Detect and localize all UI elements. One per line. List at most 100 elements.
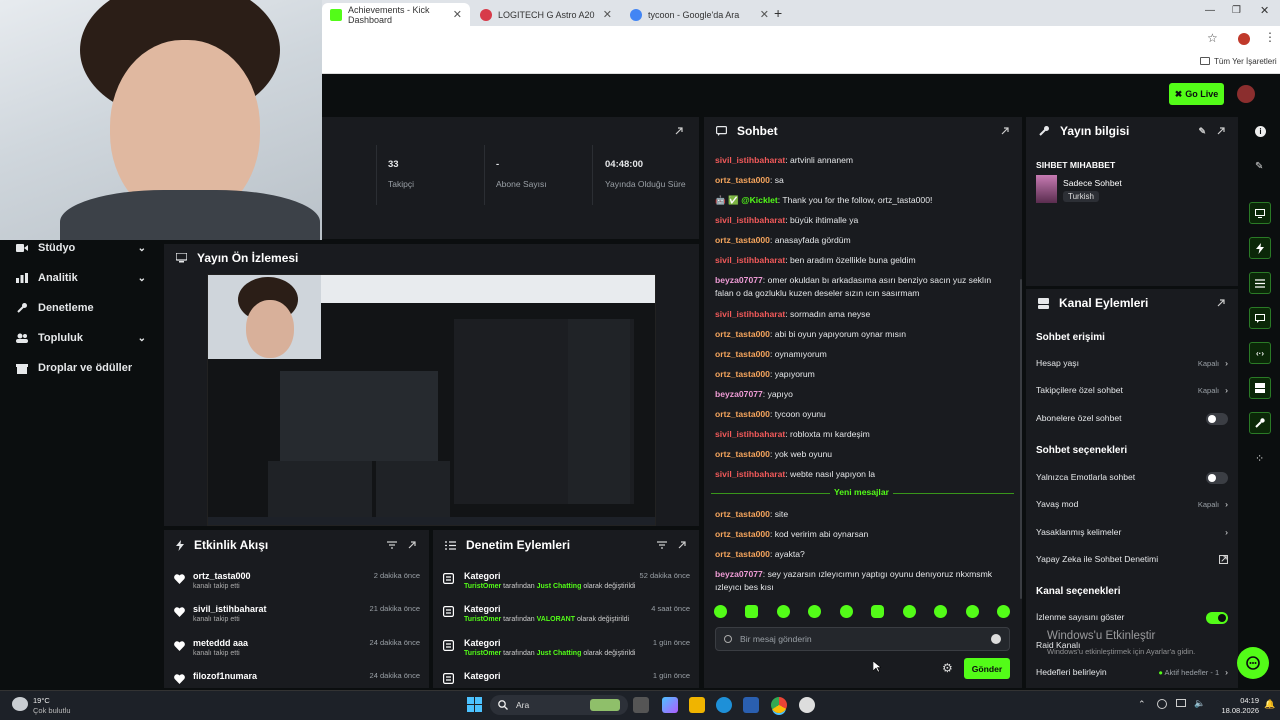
chat-message[interactable]: sivil_istihbaharat: ben aradım özellikle… <box>715 254 1005 267</box>
expand-icon[interactable] <box>677 540 687 550</box>
chat-username[interactable]: beyza07077 <box>715 275 763 285</box>
goals-setting[interactable]: Hedefleri belirleyin ● Aktif hedefler - 1… <box>1036 667 1228 677</box>
send-button[interactable]: Gönder <box>964 658 1010 679</box>
restore-icon[interactable]: ❐ <box>1232 5 1241 16</box>
followers-only-setting[interactable]: Takipçilere özel sohbet Kapalı › <box>1036 385 1228 395</box>
moderation-item[interactable]: Kategori TuristOmer tarafından VALORANT … <box>443 604 690 623</box>
moderation-item[interactable]: Kategori TuristOmer tarafından Just Chat… <box>443 571 690 590</box>
edit-icon[interactable]: ✎ <box>1255 161 1263 172</box>
task-view-icon[interactable] <box>633 697 649 713</box>
chat-username[interactable]: ortz_tasta000 <box>715 349 770 359</box>
rail-activity-button[interactable] <box>1249 237 1271 259</box>
popout-icon[interactable] <box>1000 126 1010 136</box>
chat-input[interactable]: Bir mesaj gönderin <box>715 627 1010 651</box>
chat-username[interactable]: ortz_tasta000 <box>715 235 770 245</box>
chat-username[interactable]: beyza07077 <box>715 569 763 579</box>
sidebar-item-moderation[interactable]: Denetleme <box>16 302 146 314</box>
rail-chat-button[interactable] <box>1249 307 1271 329</box>
ai-moderation-setting[interactable]: Yapay Zeka ile Sohbet Denetimi <box>1036 554 1228 564</box>
emote-icon[interactable] <box>902 605 916 618</box>
chat-message[interactable]: beyza07077: yapıyo <box>715 388 1005 401</box>
chat-username[interactable]: ortz_tasta000 <box>715 175 770 185</box>
close-tab-icon[interactable]: ✕ <box>603 8 612 21</box>
expand-icon[interactable] <box>407 540 417 550</box>
activity-item[interactable]: sivil_istihbaharat kanalı takip etti 21 … <box>174 604 420 623</box>
chat-message[interactable]: beyza07077: omer okuldan bı arkadasıma a… <box>715 274 1005 300</box>
sidebar-item-studio[interactable]: Stüdyo ⌄ <box>16 242 146 254</box>
chat-username[interactable]: sivil_istihbaharat <box>715 429 785 439</box>
profile-icon[interactable] <box>1238 33 1250 45</box>
go-live-button[interactable]: ✖ Go Live <box>1169 83 1224 105</box>
chat-settings-gear-icon[interactable]: ⚙ <box>942 661 953 675</box>
chat-username[interactable]: ortz_tasta000 <box>715 409 770 419</box>
tray-app-icon[interactable] <box>1157 699 1167 709</box>
chat-message[interactable]: ortz_tasta000: yok web oyunu <box>715 448 1005 461</box>
subscribers-only-toggle[interactable] <box>1206 413 1228 425</box>
chat-message[interactable]: ortz_tasta000: anasayfada gördüm <box>715 234 1005 247</box>
tray-chevron-icon[interactable]: ⌃ <box>1138 699 1146 710</box>
chat-username[interactable]: ortz_tasta000 <box>715 529 770 539</box>
close-tab-icon[interactable]: ✕ <box>453 8 462 21</box>
banned-words-setting[interactable]: Yasaklanmış kelimeler › <box>1036 527 1228 537</box>
filter-icon[interactable] <box>387 541 397 549</box>
windows-start-icon[interactable] <box>467 697 482 712</box>
help-chat-button[interactable] <box>1237 647 1269 679</box>
chat-message[interactable]: sivil_istihbaharat: webte nasıl yapıyon … <box>715 468 1005 481</box>
rail-code-button[interactable]: ‹·› <box>1249 342 1271 364</box>
chat-username[interactable]: beyza07077 <box>715 389 763 399</box>
activity-item[interactable]: meteddd aaa kanalı takip etti 24 dakika … <box>174 638 420 657</box>
rail-stream-info-button[interactable] <box>1249 202 1271 224</box>
chat-message[interactable]: ortz_tasta000: yapıyorum <box>715 368 1005 381</box>
apps-icon[interactable]: ⁘ <box>1255 452 1264 465</box>
chat-message[interactable]: sivil_istihbaharat: sormadın ama neyse <box>715 308 1005 321</box>
slow-mode-setting[interactable]: Yavaş mod Kapalı › <box>1036 499 1228 509</box>
emote-icon[interactable] <box>714 605 727 618</box>
chat-message[interactable]: ortz_tasta000: site <box>715 508 1005 521</box>
tab-google-search[interactable]: tycoon - Google'da Ara ✕ <box>622 3 777 26</box>
account-age-setting[interactable]: Hesap yaşı Kapalı › <box>1036 358 1228 368</box>
close-window-icon[interactable]: ✕ <box>1260 4 1269 17</box>
minimize-icon[interactable]: — <box>1205 5 1215 16</box>
menu-dots-icon[interactable]: ⋮ <box>1264 30 1276 44</box>
taskbar-search[interactable]: Ara <box>490 695 628 715</box>
emote-icon[interactable] <box>808 605 822 618</box>
address-bar[interactable]: ☆ ⋮ <box>322 26 1280 52</box>
chat-message[interactable]: sivil_istihbaharat: artvinli annanem <box>715 154 1005 167</box>
chat-message[interactable]: ortz_tasta000: sa <box>715 174 1005 187</box>
chat-message[interactable]: 🤖 ✅ @Kicklet: Thank you for the follow, … <box>715 194 1005 207</box>
copilot-icon[interactable] <box>662 697 678 713</box>
chat-username[interactable]: sivil_istihbaharat <box>715 255 785 265</box>
chat-message[interactable]: ortz_tasta000: kod veririm abi oynarsan <box>715 528 1005 541</box>
chat-message[interactable]: ortz_tasta000: abi bi oyun yapıyorum oyn… <box>715 328 1005 341</box>
sidebar-item-drops[interactable]: Droplar ve ödüller <box>16 362 156 374</box>
weather-cloud-icon[interactable] <box>12 697 28 711</box>
edit-pencil-icon[interactable]: ✎ <box>1198 126 1206 137</box>
chat-message[interactable]: beyza07077: sey yazarsın ızleyıcımın yap… <box>715 568 1005 594</box>
emote-icon[interactable] <box>839 605 853 618</box>
chat-message[interactable]: ortz_tasta000: ayakta? <box>715 548 1005 561</box>
chat-username[interactable]: sivil_istihbaharat <box>715 469 785 479</box>
emoji-icon[interactable] <box>991 634 1001 644</box>
close-tab-icon[interactable]: ✕ <box>760 8 769 21</box>
clock-time[interactable]: 04:19 <box>1223 696 1259 705</box>
bookmark-star-icon[interactable]: ☆ <box>1207 31 1218 45</box>
emote-icon[interactable] <box>934 605 948 618</box>
tab-kick-dashboard[interactable]: Achievements - Kick Dashboard ✕ <box>322 3 470 26</box>
chat-scrollbar[interactable] <box>1020 279 1022 599</box>
file-explorer-icon[interactable] <box>689 697 705 713</box>
notifications-icon[interactable]: 🔔 <box>1264 699 1275 710</box>
chat-username[interactable]: sivil_istihbaharat <box>715 309 785 319</box>
chat-message[interactable]: sivil_istihbaharat: büyük ihtimalle ya <box>715 214 1005 227</box>
emote-icon[interactable] <box>745 605 759 618</box>
all-bookmarks-label[interactable]: Tüm Yer İşaretleri <box>1214 57 1277 66</box>
popout-icon[interactable] <box>1216 298 1226 308</box>
emote-icon[interactable] <box>996 605 1010 618</box>
rail-tools-button[interactable] <box>1249 412 1271 434</box>
activity-item[interactable]: ortz_tasta000 kanalı takip etti 2 dakika… <box>174 571 420 590</box>
show-view-count-toggle[interactable] <box>1206 612 1228 624</box>
chat-username[interactable]: sivil_istihbaharat <box>715 215 785 225</box>
new-tab-icon[interactable]: + <box>774 5 782 21</box>
popout-icon[interactable] <box>1216 126 1226 136</box>
chat-message[interactable]: ortz_tasta000: oynamıyorum <box>715 348 1005 361</box>
weather-temp[interactable]: 19°C <box>33 696 50 705</box>
